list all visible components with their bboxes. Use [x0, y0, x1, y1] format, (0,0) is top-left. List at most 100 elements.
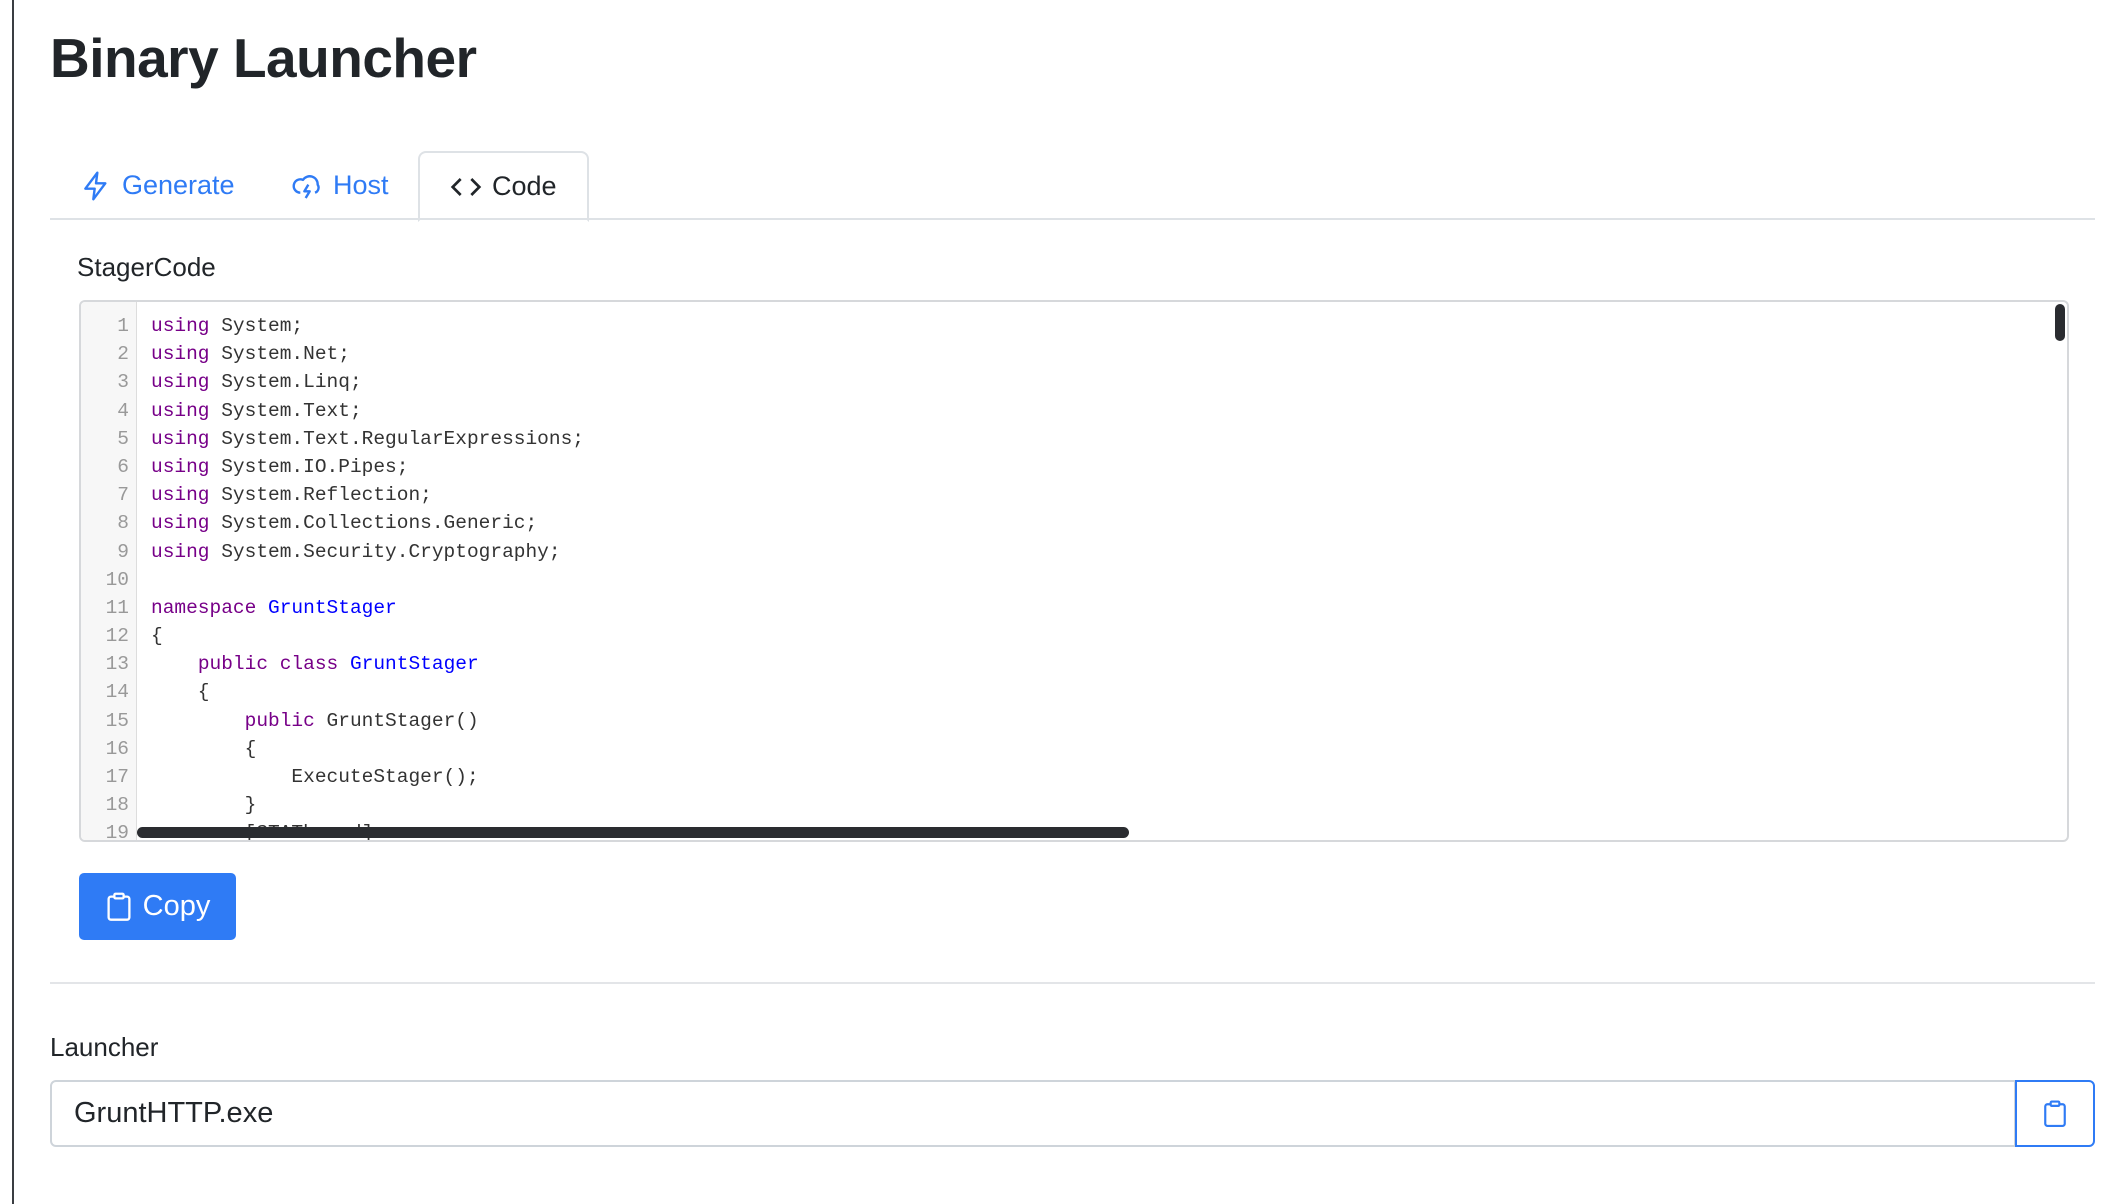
line-number: 19 — [105, 822, 129, 842]
code-text: { — [129, 622, 163, 650]
line-number: 9 — [117, 540, 129, 563]
code-line: 10 — [81, 566, 2067, 594]
code-text: using System.Reflection; — [129, 481, 432, 509]
code-token: System.Collections.Generic; — [221, 512, 538, 535]
copy-launcher-button[interactable] — [2015, 1080, 2095, 1147]
code-line: 14 { — [81, 678, 2067, 706]
tab-generate[interactable]: Generate — [80, 151, 235, 220]
code-text: ExecuteStager(); — [129, 763, 479, 791]
code-token: System.Text; — [221, 399, 362, 422]
code-token: using — [151, 427, 210, 450]
line-number: 1 — [117, 315, 129, 337]
line-number: 15 — [105, 709, 129, 732]
tab-label: Generate — [122, 170, 235, 200]
code-text: public class GruntStager — [129, 650, 479, 678]
tab-code[interactable]: Code — [418, 151, 589, 222]
launcher-value: GruntHTTP.exe — [74, 1097, 274, 1129]
code-text: namespace GruntStager — [129, 594, 397, 622]
tab-label: Code — [492, 171, 557, 201]
code-token: using — [151, 343, 210, 366]
code-line: 4 using System.Text; — [81, 397, 2067, 425]
lightning-icon — [84, 170, 107, 201]
launcher-label: Launcher — [50, 1032, 159, 1062]
clipboard-icon — [2044, 1099, 2066, 1127]
code-line: 12 { — [81, 622, 2067, 650]
line-number: 10 — [105, 568, 129, 591]
line-number: 18 — [105, 794, 129, 817]
vertical-scrollbar[interactable] — [2055, 304, 2065, 341]
clipboard-icon — [107, 892, 131, 921]
code-line: 8 using System.Collections.Generic; — [81, 509, 2067, 537]
code-token: class — [279, 653, 339, 676]
copy-button[interactable]: Copy — [79, 873, 236, 940]
code-text: using System.Net; — [129, 340, 350, 368]
code-token: using — [151, 399, 210, 422]
code-token: { — [151, 625, 163, 648]
code-text: using System.Security.Cryptography; — [129, 538, 561, 566]
code-token: using — [151, 512, 210, 535]
line-number: 6 — [117, 455, 129, 478]
line-number: 16 — [105, 737, 129, 760]
code-token: System.Security.Cryptography; — [221, 540, 561, 563]
code-line: 1 using System; — [81, 312, 2067, 340]
line-number: 3 — [117, 371, 129, 394]
code-line: 17 ExecuteStager(); — [81, 763, 2067, 791]
code-editor[interactable]: 1 using System; 2 using System.Net; 3 using S… — [79, 300, 2069, 842]
code-token: System.Net; — [221, 343, 350, 366]
code-token: System.Reflection; — [221, 484, 432, 507]
code-icon — [450, 177, 482, 196]
page-title: Binary Launcher — [50, 27, 477, 89]
code-text: { — [129, 678, 210, 706]
launcher-input[interactable]: GruntHTTP.exe — [50, 1080, 2016, 1147]
horizontal-scrollbar[interactable] — [137, 827, 1129, 838]
code-token: using — [151, 371, 210, 394]
left-border — [12, 0, 14, 1204]
code-token: using — [151, 315, 210, 337]
code-line: 7 using System.Reflection; — [81, 481, 2067, 509]
code-text: using System.Text; — [129, 397, 362, 425]
code-token: System; — [221, 315, 304, 337]
code-line: 2 using System.Net; — [81, 340, 2067, 368]
code-text: using System.Linq; — [129, 368, 362, 396]
code-text: using System.Collections.Generic; — [129, 509, 537, 537]
code-line: 18 } — [81, 791, 2067, 819]
tab-label: Host — [333, 170, 389, 200]
line-number: 5 — [117, 427, 129, 450]
line-number: 12 — [105, 625, 129, 648]
code-token: ExecuteStager(); — [151, 766, 479, 788]
code-token: GruntStager — [349, 653, 479, 676]
code-text: public GruntStager() — [129, 707, 479, 735]
cloud-lightning-icon — [292, 174, 320, 199]
code-text: { — [129, 735, 257, 763]
line-number: 14 — [105, 681, 129, 704]
line-number: 4 — [117, 399, 129, 422]
line-number: 8 — [117, 512, 129, 535]
code-token: } — [151, 794, 257, 817]
code-line: 6 using System.IO.Pipes; — [81, 453, 2067, 481]
code-token: using — [151, 484, 210, 507]
line-number: 11 — [105, 596, 129, 619]
tab-host[interactable]: Host — [291, 151, 389, 220]
code-line: 3 using System.Linq; — [81, 368, 2067, 396]
code-token: System.IO.Pipes; — [221, 455, 409, 478]
code-line: 13 public class GruntStager — [81, 650, 2067, 678]
code-token: public — [244, 709, 315, 732]
code-text: using System.IO.Pipes; — [129, 453, 408, 481]
tab-bar: Generate Host Code — [50, 151, 2095, 222]
code-line: 11 namespace GruntStager — [81, 594, 2067, 622]
stager-code-label: StagerCode — [77, 252, 216, 282]
code-token: namespace — [151, 596, 257, 619]
line-number: 17 — [105, 766, 129, 788]
code-token: { — [151, 681, 210, 704]
code-line: 16 { — [81, 735, 2067, 763]
code-token: { — [151, 737, 257, 760]
line-number: 13 — [105, 653, 129, 676]
line-number: 2 — [117, 343, 129, 366]
code-line: 5 using System.Text.RegularExpressions; — [81, 425, 2067, 453]
code-text: } — [129, 791, 257, 819]
code-line: 9 using System.Security.Cryptography; — [81, 538, 2067, 566]
code-token: GruntStager() — [326, 709, 479, 732]
divider — [50, 982, 2095, 984]
